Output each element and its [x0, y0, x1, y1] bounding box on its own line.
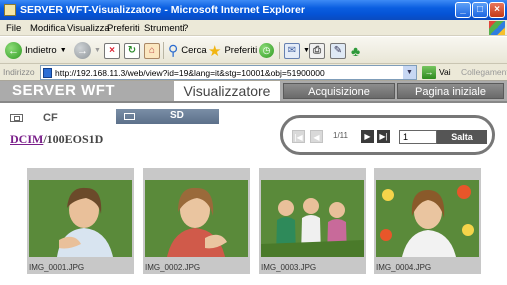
forward-button[interactable]: → ▼ [74, 41, 101, 60]
refresh-icon: ↻ [124, 42, 140, 59]
thumbnail-card[interactable]: IMG_0002.JPG [143, 168, 250, 274]
address-input[interactable]: http://192.168.11.3/web/view?id=19&lang=… [40, 65, 417, 80]
stop-icon: × [104, 42, 120, 59]
history-button[interactable]: ◷ [259, 41, 274, 60]
page-icon [43, 68, 52, 78]
page-count: 1/11 [333, 131, 348, 140]
thumbnail-caption: IMG_0002.JPG [145, 263, 201, 272]
refresh-button[interactable]: ↻ [124, 41, 140, 60]
windows-logo-icon [489, 21, 505, 35]
search-label: Cerca [181, 45, 207, 56]
minimize-button[interactable]: _ [455, 2, 471, 18]
folder-path: DCIM/100EOS1D [10, 132, 103, 147]
tab-viewer[interactable]: Visualizzatore [174, 81, 280, 101]
thumbnail-image[interactable] [261, 180, 364, 257]
server-wft-logo: SERVER WFT [12, 82, 116, 99]
prev-page-button[interactable]: ◀ [310, 130, 323, 143]
page-header: SERVER WFT Visualizzatore Acquisizione P… [0, 81, 507, 101]
edit-button[interactable]: ✎ [330, 41, 346, 60]
back-arrow-icon: ← [5, 42, 22, 59]
window-title: SERVER WFT-Visualizzatore - Microsoft In… [20, 4, 305, 16]
path-folder: /100EOS1D [43, 132, 104, 146]
forward-dropdown-icon: ▼ [94, 47, 101, 54]
links-label[interactable]: Collegamenti [461, 67, 507, 77]
favorites-button[interactable]: ★ Preferiti [208, 41, 257, 60]
mail-icon: ✉ [284, 42, 300, 59]
menu-favorites[interactable]: Preferiti [107, 23, 140, 34]
thumbnail-card[interactable]: IMG_0003.JPG [259, 168, 366, 274]
address-label: Indirizzo [3, 67, 35, 77]
page-jump-input[interactable]: 1 [399, 130, 437, 144]
go-arrow-icon[interactable]: → [422, 66, 436, 79]
home-icon: ⌂ [144, 42, 160, 59]
thumbnail-card[interactable]: IMG_0004.JPG [374, 168, 481, 274]
favorites-star-icon: ★ [208, 42, 222, 60]
path-link-dcim[interactable]: DCIM [10, 132, 43, 146]
thumbnail-card[interactable]: IMG_0001.JPG [27, 168, 134, 274]
next-page-button[interactable]: ▶ [361, 130, 374, 143]
tab-home[interactable]: Pagina iniziale [397, 83, 504, 99]
stop-button[interactable]: × [104, 41, 120, 60]
thumbnail-caption: IMG_0001.JPG [29, 263, 85, 272]
back-button[interactable]: ← Indietro ▼ [5, 41, 67, 60]
browser-toolbar: ← Indietro ▼ → ▼ × ↻ ⌂ ⚲ Cerca ★ Preferi… [0, 37, 507, 64]
thumbnail-image[interactable] [145, 180, 248, 257]
search-icon: ⚲ [168, 42, 179, 58]
card-tab-sd[interactable]: SD [116, 109, 219, 124]
thumbnail-image[interactable] [376, 180, 479, 257]
menu-help[interactable]: ? [183, 23, 188, 34]
sd-card-icon [124, 113, 135, 120]
menu-file[interactable]: File [6, 23, 21, 34]
menu-view[interactable]: Visualizza [67, 23, 110, 34]
toolbar-separator [279, 42, 280, 59]
edit-page-icon: ✎ [330, 42, 346, 59]
back-dropdown-icon: ▼ [59, 47, 67, 54]
home-button[interactable]: ⌂ [144, 41, 160, 60]
address-bar: Indirizzo http://192.168.11.3/web/view?i… [0, 64, 507, 81]
search-button[interactable]: ⚲ Cerca [168, 41, 207, 60]
toolbar-separator [163, 42, 164, 59]
go-button[interactable]: Vai [439, 67, 451, 77]
web-page: SERVER WFT Visualizzatore Acquisizione P… [0, 81, 507, 285]
card-sd-label: SD [170, 110, 184, 121]
tab-capture[interactable]: Acquisizione [283, 83, 395, 99]
print-icon: ⎙ [309, 42, 325, 59]
close-button[interactable]: × [489, 2, 505, 18]
maximize-button[interactable]: □ [472, 2, 488, 18]
window-title-bar: SERVER WFT-Visualizzatore - Microsoft In… [0, 0, 507, 20]
jump-button[interactable]: Salta [437, 130, 487, 144]
menu-edit[interactable]: Modifica [30, 23, 65, 34]
menu-tools[interactable]: Strumenti [144, 23, 185, 34]
messenger-icon: ♣ [351, 42, 361, 59]
memory-card-icon [10, 114, 23, 122]
back-label: Indietro [25, 45, 57, 56]
favorites-label: Preferiti [224, 45, 258, 56]
messenger-button[interactable]: ♣ [351, 41, 360, 60]
last-page-button[interactable]: ▶| [377, 130, 390, 143]
thumbnail-caption: IMG_0003.JPG [261, 263, 317, 272]
card-tab-cf[interactable]: CF [10, 112, 58, 124]
thumbnail-caption: IMG_0004.JPG [376, 263, 432, 272]
header-divider [0, 101, 507, 103]
first-page-button[interactable]: |◀ [292, 130, 305, 143]
menu-bar: File Modifica Visualizza Preferiti Strum… [0, 20, 507, 36]
forward-arrow-icon: → [74, 42, 91, 59]
address-dropdown-icon[interactable]: ▼ [403, 66, 416, 79]
card-cf-label: CF [43, 112, 58, 124]
print-button[interactable]: ⎙ [309, 41, 325, 60]
address-url: http://192.168.11.3/web/view?id=19&lang=… [55, 68, 325, 78]
history-icon: ◷ [259, 43, 274, 58]
mail-button[interactable]: ✉ ▼ [284, 41, 310, 60]
ie-page-icon [4, 4, 16, 16]
thumbnail-image[interactable] [29, 180, 132, 257]
